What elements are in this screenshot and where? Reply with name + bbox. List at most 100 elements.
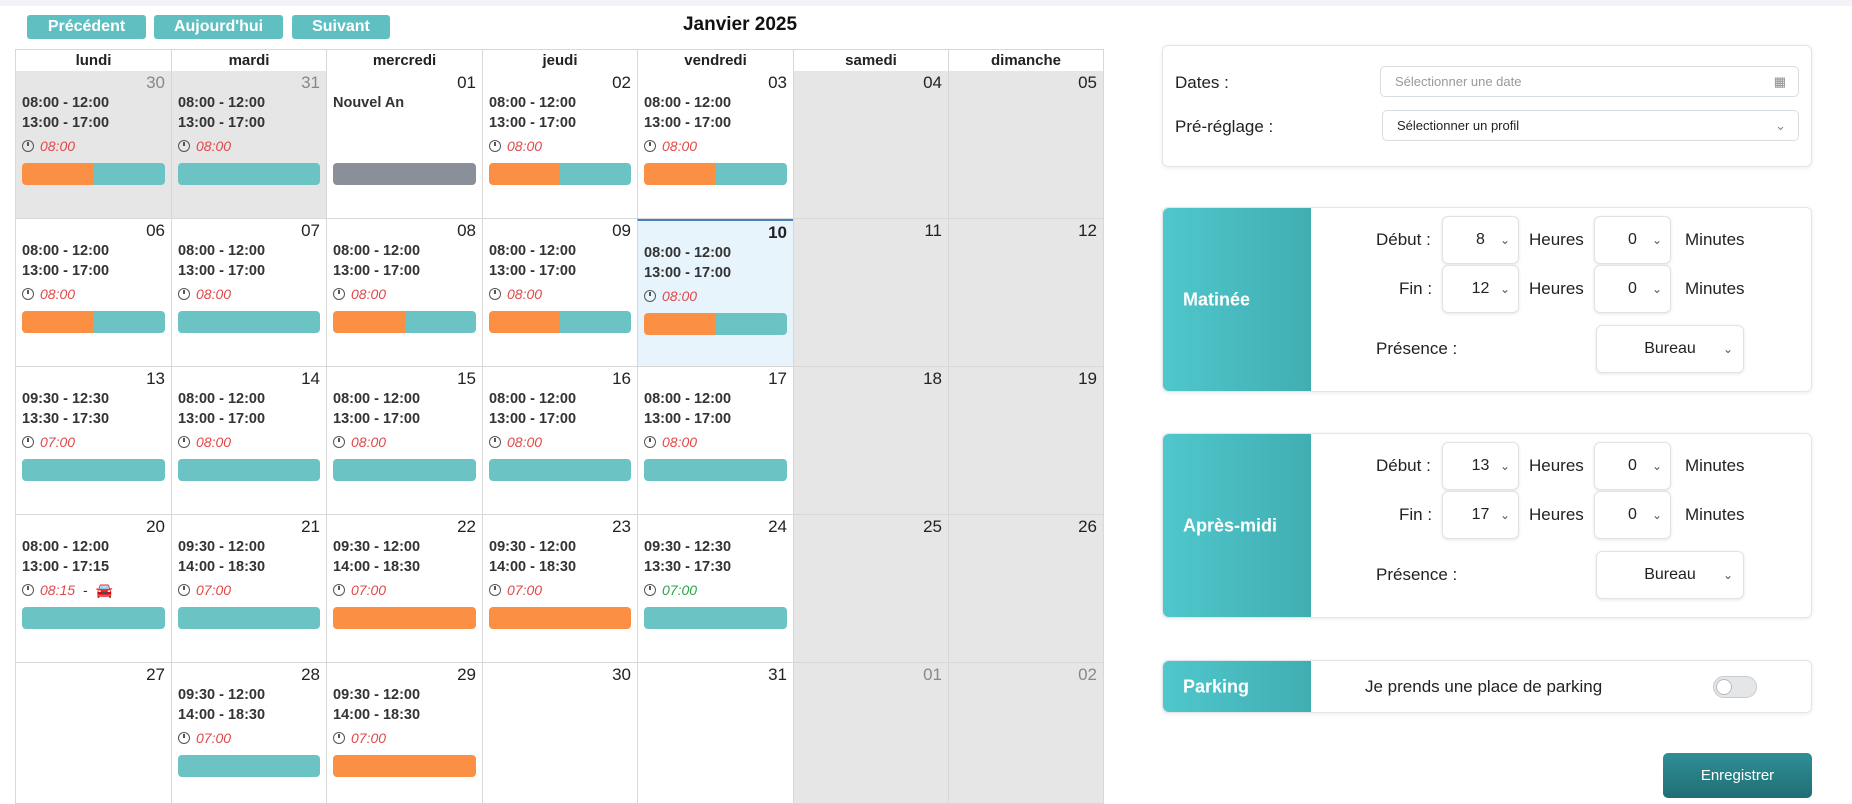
presence-segment-orange [333,311,405,333]
today-button[interactable]: Aujourd'hui [154,15,283,39]
day-cell[interactable]: 24 09:30 - 12:30 13:30 - 17:30 07:00 [637,515,793,663]
presence-bar [22,459,165,481]
save-button[interactable]: Enregistrer [1663,753,1812,798]
presence-segment-orange [489,311,560,333]
afternoon-presence-select[interactable]: Bureau ⌄ [1596,551,1744,599]
clock-icon [178,732,190,744]
arrival-time-value: 07:00 [351,730,387,746]
presence-bar [644,607,787,629]
day-cell[interactable]: 12 [948,219,1104,367]
day-cell[interactable]: 02 [948,663,1104,804]
day-cell[interactable]: 27 [15,663,171,804]
day-cell[interactable]: 30 08:00 - 12:00 13:00 - 17:00 08:00 [15,71,171,219]
arrival-time-value: 07:00 [351,582,387,598]
day-cell[interactable]: 05 [948,71,1104,219]
morning-hours: 08:00 - 12:00 [333,243,421,259]
minutes-unit: Minutes [1685,456,1745,475]
morning-end-hours-select[interactable]: 12 ⌄ [1442,265,1519,313]
presence-segment-teal [560,163,631,185]
arrival-time: 08:00 [333,286,386,302]
afternoon-end-minutes-select[interactable]: 0 ⌄ [1594,491,1671,539]
day-cell[interactable]: 02 08:00 - 12:00 13:00 - 17:00 08:00 [482,71,637,219]
day-cell[interactable]: 31 [637,663,793,804]
presence-bar [333,607,476,629]
arrival-time-value: 08:00 [351,434,387,450]
day-cell[interactable]: 21 09:30 - 12:00 14:00 - 18:30 07:00 [171,515,326,663]
morning-presence-select[interactable]: Bureau ⌄ [1596,325,1744,373]
day-cell[interactable]: 26 [948,515,1104,663]
day-cell[interactable]: 19 [948,367,1104,515]
day-cell[interactable]: 15 08:00 - 12:00 13:00 - 17:00 08:00 [326,367,482,515]
day-cell[interactable]: 23 09:30 - 12:00 14:00 - 18:30 07:00 [482,515,637,663]
arrival-time-value: 08:00 [662,288,698,304]
afternoon-start-hours-value: 13 [1471,457,1490,474]
arrival-time-value: 08:00 [40,138,76,154]
day-number: 07 [301,221,320,240]
afternoon-header: Après-midi [1163,434,1311,617]
preset-select[interactable]: Sélectionner un profil ⌄ [1382,110,1799,141]
day-cell[interactable]: 01 Nouvel An [326,71,482,219]
morning-start-minutes-select[interactable]: 0 ⌄ [1594,216,1671,264]
arrival-time-value: 08:00 [507,434,543,450]
day-cell[interactable]: 03 08:00 - 12:00 13:00 - 17:00 08:00 [637,71,793,219]
date-picker-input[interactable]: Sélectionner une date ▦ [1380,66,1799,97]
day-number: 13 [146,369,165,388]
day-cell[interactable]: 18 [793,367,948,515]
day-cell[interactable]: 29 09:30 - 12:00 14:00 - 18:30 07:00 [326,663,482,804]
arrival-time: 08:00 [489,286,542,302]
arrival-time: 08:00 [489,138,542,154]
clock-icon [22,288,34,300]
day-cell[interactable]: 31 08:00 - 12:00 13:00 - 17:00 08:00 [171,71,326,219]
date-placeholder: Sélectionner une date [1395,74,1522,89]
day-cell[interactable]: 25 [793,515,948,663]
day-cell[interactable]: 07 08:00 - 12:00 13:00 - 17:00 08:00 [171,219,326,367]
morning-start-hours-select[interactable]: 8 ⌄ [1442,216,1519,264]
morning-presence-value: Bureau [1644,340,1696,357]
chevron-down-icon: ⌄ [1499,282,1510,296]
afternoon-start-minutes-select[interactable]: 0 ⌄ [1594,442,1671,490]
arrival-time-value: 07:00 [196,730,232,746]
afternoon-end-hours-select[interactable]: 17 ⌄ [1442,491,1519,539]
day-cell[interactable]: 10 08:00 - 12:00 13:00 - 17:00 08:00 [637,219,793,367]
arrival-time: 08:00 [22,286,75,302]
weekday-header-6: dimanche [948,50,1104,72]
day-cell[interactable]: 08 08:00 - 12:00 13:00 - 17:00 08:00 [326,219,482,367]
day-cell[interactable]: 01 [793,663,948,804]
clock-icon [489,140,501,152]
day-cell[interactable]: 06 08:00 - 12:00 13:00 - 17:00 08:00 [15,219,171,367]
morning-presence-label: Présence : [1376,339,1458,358]
presence-segment-teal [560,311,631,333]
day-cell[interactable]: 11 [793,219,948,367]
afternoon-end-minutes-value: 0 [1628,506,1637,523]
day-cell[interactable]: 28 09:30 - 12:00 14:00 - 18:30 07:00 [171,663,326,804]
day-cell[interactable]: 30 [482,663,637,804]
afternoon-hours: 13:00 - 17:00 [489,115,577,131]
day-cell[interactable]: 14 08:00 - 12:00 13:00 - 17:00 08:00 [171,367,326,515]
toggle-knob [1716,679,1732,695]
day-number: 26 [1078,517,1097,536]
day-number: 18 [923,369,942,388]
day-number: 16 [612,369,631,388]
day-cell[interactable]: 20 08:00 - 12:00 13:00 - 17:15 08:15- 🚘 [15,515,171,663]
previous-button[interactable]: Précédent [27,15,146,39]
presence-segment-orange [489,607,631,629]
morning-end-minutes-select[interactable]: 0 ⌄ [1594,265,1671,313]
afternoon-hours: 13:30 - 17:30 [22,411,110,427]
afternoon-hours: 13:00 - 17:00 [489,411,577,427]
afternoon-card: Après-midi Début : 13 ⌄ Heures 0 ⌄ Minutes… [1162,433,1812,618]
day-cell[interactable]: 09 08:00 - 12:00 13:00 - 17:00 08:00 [482,219,637,367]
day-cell[interactable]: 17 08:00 - 12:00 13:00 - 17:00 08:00 [637,367,793,515]
day-cell[interactable]: 16 08:00 - 12:00 13:00 - 17:00 08:00 [482,367,637,515]
day-cell[interactable]: 04 [793,71,948,219]
arrival-time-value: 08:00 [662,434,698,450]
presence-bar [333,163,476,185]
day-cell[interactable]: 22 09:30 - 12:00 14:00 - 18:30 07:00 [326,515,482,663]
day-number: 21 [301,517,320,536]
clock-icon [333,584,345,596]
afternoon-start-hours-select[interactable]: 13 ⌄ [1442,442,1519,490]
next-button[interactable]: Suivant [292,15,390,39]
morning-end-minutes-value: 0 [1628,280,1637,297]
day-number: 25 [923,517,942,536]
day-cell[interactable]: 13 09:30 - 12:30 13:30 - 17:30 07:00 [15,367,171,515]
parking-toggle[interactable] [1713,676,1757,698]
